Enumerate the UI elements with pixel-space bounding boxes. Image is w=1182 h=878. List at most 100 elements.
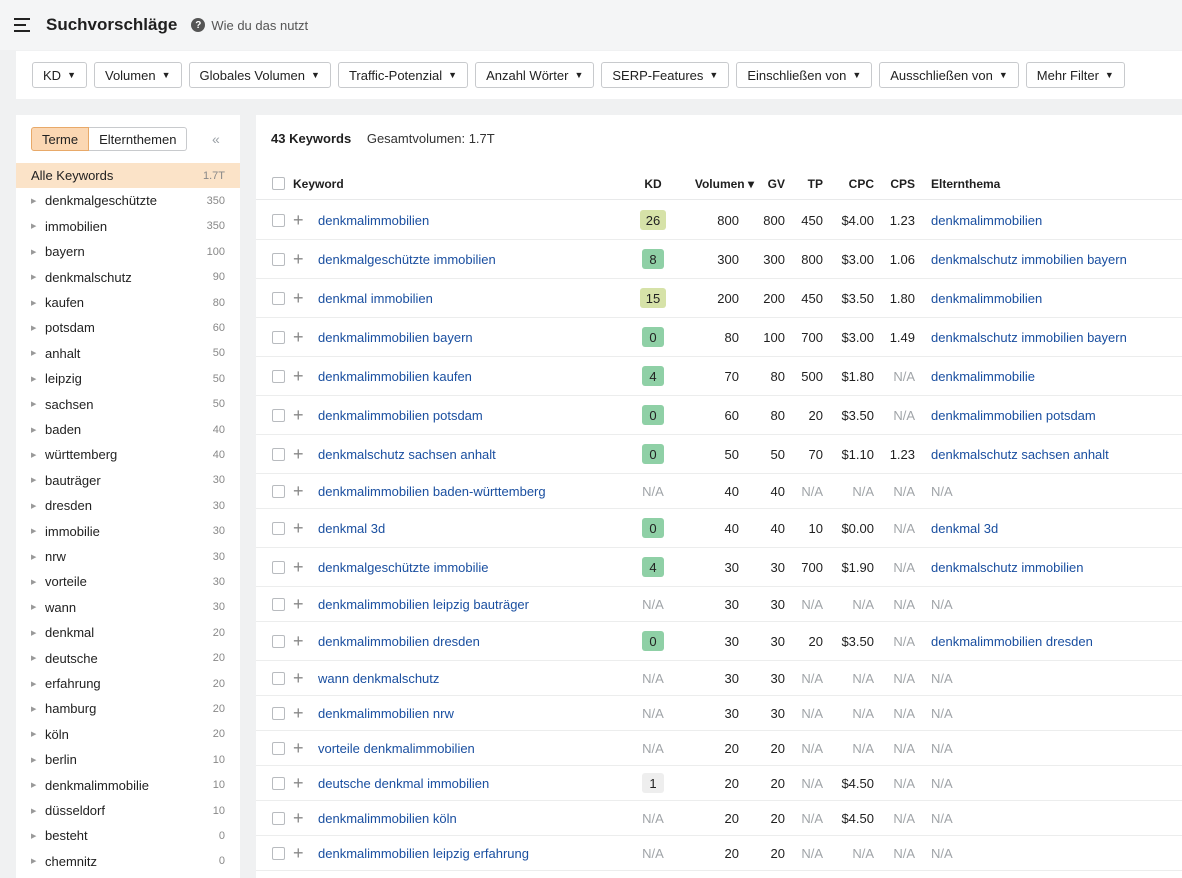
row-checkbox[interactable] <box>272 846 285 860</box>
parent-topic-link[interactable]: denkmalimmobilien dresden <box>931 622 1176 660</box>
column-cps[interactable]: CPS <box>876 167 915 200</box>
expand-triangle-icon[interactable]: ▶ <box>16 578 45 586</box>
filter-kd-button[interactable]: KD ▼ <box>32 62 87 88</box>
add-to-list-icon[interactable]: + <box>293 396 307 434</box>
keyword-link[interactable]: denkmal 3d <box>318 509 628 547</box>
filter-more-filters-button[interactable]: Mehr Filter ▼ <box>1025 62 1125 88</box>
keyword-link[interactable]: deutsche denkmal immobilien <box>318 766 628 800</box>
expand-triangle-icon[interactable]: ▶ <box>16 553 45 561</box>
sidebar-item[interactable]: ▶ denkmalimmobilie 10 <box>16 773 240 798</box>
sidebar-item[interactable]: ▶ hamburg 20 <box>16 696 240 721</box>
column-parent-topic[interactable]: Elternthema <box>931 167 1000 200</box>
keyword-link[interactable]: denkmalimmobilien leipzig bauträger <box>318 587 628 621</box>
parent-topic-link[interactable]: denkmal 3d <box>931 509 1176 547</box>
sidebar-item[interactable]: ▶ köln 20 <box>16 722 240 747</box>
add-to-list-icon[interactable]: + <box>293 587 307 621</box>
parent-topic-link[interactable]: denkmalschutz immobilien bayern <box>931 240 1176 278</box>
column-gv[interactable]: GV <box>756 167 785 200</box>
parent-topic-link[interactable]: denkmalimmobilien <box>931 201 1176 239</box>
row-checkbox[interactable] <box>272 252 285 266</box>
keyword-link[interactable]: denkmal immobilien <box>318 279 628 317</box>
parent-topic-link[interactable]: denkmalimmobilien potsdam <box>931 396 1176 434</box>
expand-triangle-icon[interactable]: ▶ <box>16 324 45 332</box>
question-circle-icon[interactable]: ? <box>191 18 206 32</box>
add-to-list-icon[interactable]: + <box>293 240 307 278</box>
row-checkbox[interactable] <box>272 369 285 383</box>
filter-serp-features-button[interactable]: SERP-Features ▼ <box>601 62 730 88</box>
expand-triangle-icon[interactable]: ▶ <box>16 654 45 662</box>
keyword-link[interactable]: denkmalimmobilien kaufen <box>318 357 628 395</box>
expand-triangle-icon[interactable]: ▶ <box>16 451 45 459</box>
add-to-list-icon[interactable]: + <box>293 696 307 730</box>
add-to-list-icon[interactable]: + <box>293 548 307 586</box>
sidebar-item[interactable]: ▶ kaufen 80 <box>16 290 240 315</box>
column-keyword[interactable]: Keyword <box>293 167 344 200</box>
expand-triangle-icon[interactable]: ▶ <box>16 222 45 230</box>
tab-parent-topics[interactable]: Elternthemen <box>89 127 188 151</box>
add-to-list-icon[interactable]: + <box>293 766 307 800</box>
sidebar-item[interactable]: ▶ bayern 100 <box>16 239 240 264</box>
add-to-list-icon[interactable]: + <box>293 836 307 870</box>
sidebar-item[interactable]: ▶ baden 40 <box>16 417 240 442</box>
double-chevron-left-icon[interactable]: « <box>212 131 220 147</box>
keyword-link[interactable]: denkmalgeschützte immobilien <box>318 240 628 278</box>
sidebar-item[interactable]: ▶ dresden 30 <box>16 493 240 518</box>
add-to-list-icon[interactable]: + <box>293 318 307 356</box>
expand-triangle-icon[interactable]: ▶ <box>16 197 45 205</box>
expand-triangle-icon[interactable]: ▶ <box>16 756 45 764</box>
row-checkbox[interactable] <box>272 634 285 648</box>
sidebar-item[interactable]: ▶ leipzig 50 <box>16 366 240 391</box>
row-checkbox[interactable] <box>272 330 285 344</box>
keyword-link[interactable]: denkmalimmobilien leipzig erfahrung <box>318 836 628 870</box>
sidebar-item[interactable]: ▶ württemberg 40 <box>16 442 240 467</box>
row-checkbox[interactable] <box>272 776 285 790</box>
row-checkbox[interactable] <box>272 213 285 227</box>
parent-topic-link[interactable]: denkmalimmobilie <box>931 357 1176 395</box>
column-tp[interactable]: TP <box>788 167 823 200</box>
add-to-list-icon[interactable]: + <box>293 474 307 508</box>
parent-topic-link[interactable]: denkmalschutz sachsen anhalt <box>931 435 1176 473</box>
sidebar-item[interactable]: ▶ vorteile 30 <box>16 569 240 594</box>
keyword-link[interactable]: denkmalimmobilien köln <box>318 801 628 835</box>
hamburger-menu-icon[interactable] <box>14 18 32 32</box>
sidebar-item[interactable]: ▶ düsseldorf 10 <box>16 798 240 823</box>
keyword-link[interactable]: denkmalimmobilien nrw <box>318 696 628 730</box>
expand-triangle-icon[interactable]: ▶ <box>16 476 45 484</box>
parent-topic-link[interactable]: denkmalschutz immobilien <box>931 548 1176 586</box>
filter-global-volume-button[interactable]: Globales Volumen ▼ <box>188 62 331 88</box>
filter-traffic-potential-button[interactable]: Traffic-Potenzial ▼ <box>337 62 469 88</box>
expand-triangle-icon[interactable]: ▶ <box>16 400 45 408</box>
expand-triangle-icon[interactable]: ▶ <box>16 375 45 383</box>
sidebar-item[interactable]: ▶ immobilien 350 <box>16 214 240 239</box>
add-to-list-icon[interactable]: + <box>293 622 307 660</box>
sidebar-item[interactable]: ▶ wann 30 <box>16 595 240 620</box>
sidebar-item[interactable]: ▶ potsdam 60 <box>16 315 240 340</box>
filter-volume-button[interactable]: Volumen ▼ <box>93 62 182 88</box>
add-to-list-icon[interactable]: + <box>293 435 307 473</box>
keyword-link[interactable]: denkmalimmobilien potsdam <box>318 396 628 434</box>
expand-triangle-icon[interactable]: ▶ <box>16 705 45 713</box>
expand-triangle-icon[interactable]: ▶ <box>16 349 45 357</box>
expand-triangle-icon[interactable]: ▶ <box>16 629 45 637</box>
keyword-link[interactable]: denkmalimmobilien dresden <box>318 622 628 660</box>
add-to-list-icon[interactable]: + <box>293 201 307 239</box>
expand-triangle-icon[interactable]: ▶ <box>16 807 45 815</box>
sidebar-item[interactable]: ▶ besteht 0 <box>16 823 240 848</box>
filter-include-button[interactable]: Einschließen von ▼ <box>736 62 873 88</box>
parent-topic-link[interactable]: denkmalimmobilien <box>931 279 1176 317</box>
sidebar-item[interactable]: ▶ bauträger 30 <box>16 468 240 493</box>
sidebar-item[interactable]: ▶ deutsche 20 <box>16 646 240 671</box>
sidebar-item[interactable]: ▶ denkmalschutz 90 <box>16 265 240 290</box>
sidebar-item[interactable]: ▶ erfahrung 20 <box>16 671 240 696</box>
keyword-link[interactable]: denkmalimmobilien bayern <box>318 318 628 356</box>
keyword-link[interactable]: denkmalimmobilien baden-württemberg <box>318 474 628 508</box>
add-to-list-icon[interactable]: + <box>293 661 307 695</box>
keyword-link[interactable]: denkmalimmobilien <box>318 201 628 239</box>
expand-triangle-icon[interactable]: ▶ <box>16 527 45 535</box>
add-to-list-icon[interactable]: + <box>293 801 307 835</box>
help-link[interactable]: Wie du das nutzt <box>211 18 308 33</box>
expand-triangle-icon[interactable]: ▶ <box>16 603 45 611</box>
row-checkbox[interactable] <box>272 560 285 574</box>
sidebar-item[interactable]: ▶ nrw 30 <box>16 544 240 569</box>
filter-word-count-button[interactable]: Anzahl Wörter ▼ <box>475 62 595 88</box>
